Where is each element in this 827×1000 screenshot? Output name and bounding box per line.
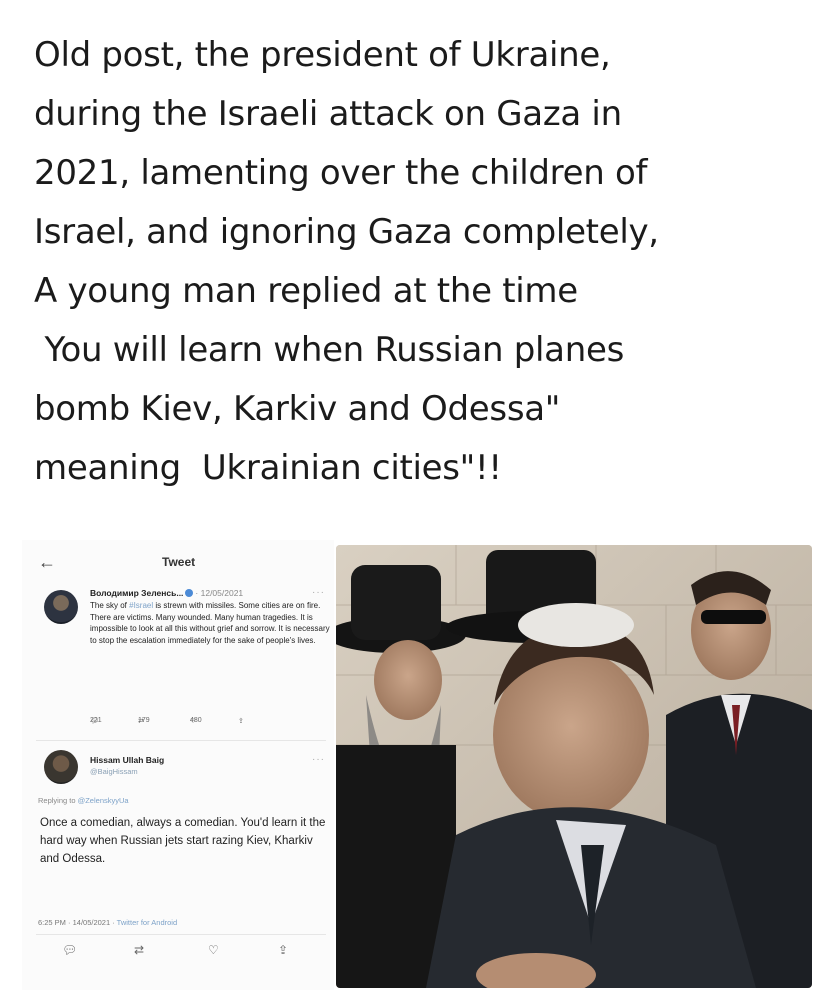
client-link[interactable]: Twitter for Android	[117, 918, 177, 927]
verified-icon	[185, 589, 194, 597]
reply-actions: 💬︎ ⇄ ♡ ⇪	[22, 943, 334, 959]
caption-line: bomb Kiev, Karkiv and Odessa"	[34, 389, 561, 429]
reply-timestamp: 6:25 PM · 14/05/2021 · Twitter for Andro…	[38, 918, 177, 927]
comment-icon[interactable]: 💬︎	[62, 943, 77, 957]
replying-prefix: Replying to	[38, 796, 78, 805]
caption-line: Israel, and ignoring Gaza completely,	[34, 212, 659, 252]
share-icon[interactable]: ⇪	[278, 943, 288, 957]
tweet-header: ← Tweet	[22, 552, 334, 576]
retweet-icon[interactable]: ⇄	[134, 943, 144, 957]
author-name: Володимир Зеленсь...	[90, 588, 184, 598]
post-caption: Old post, the president of Ukraine, duri…	[34, 26, 814, 498]
divider	[36, 934, 326, 935]
caption-line: during the Israeli attack on Gaza in	[34, 94, 622, 134]
heart-icon[interactable]: ♡	[208, 943, 219, 957]
share-icon[interactable]: ⇪	[238, 717, 244, 725]
reply-author-handle[interactable]: @BaigHissam	[90, 767, 138, 776]
reply-author-name[interactable]: Hissam Ullah Baig	[90, 755, 164, 765]
mention-link[interactable]: @ZelenskyyUa	[78, 796, 129, 805]
original-tweet-text: The sky of #Israel is strewn with missil…	[90, 600, 330, 646]
tweet-date: · 12/05/2021	[195, 588, 244, 598]
retweet-count: 179	[138, 717, 150, 724]
tweet-title: Tweet	[162, 555, 196, 569]
more-options-icon[interactable]: ···	[312, 754, 326, 765]
caption-line: Old post, the president of Ukraine,	[34, 35, 611, 75]
caption-line: A young man replied at the time	[34, 271, 578, 311]
more-options-icon[interactable]: ···	[312, 587, 326, 598]
hashtag-link[interactable]: #Israel	[129, 601, 153, 610]
tweet-screenshot: ← Tweet Володимир Зеленсь... · 12/05/2021…	[22, 540, 334, 990]
replying-to: Replying to @ZelenskyyUa	[38, 796, 129, 805]
tweet-actions: 💬︎ 221 ⇄ 179 ♡ 480 ⇪	[90, 717, 310, 729]
divider	[36, 740, 326, 741]
tweet-text-part: The sky of	[90, 601, 130, 610]
like-count: 480	[190, 717, 202, 724]
original-author[interactable]: Володимир Зеленсь... · 12/05/2021	[90, 588, 243, 598]
caption-line: You will learn when Russian planes	[34, 330, 625, 370]
news-photo	[336, 545, 812, 988]
caption-line: meaning Ukrainian cities"!!	[34, 448, 502, 488]
photo-illustration	[336, 545, 812, 988]
reply-count: 221	[90, 717, 102, 724]
arrow-left-icon[interactable]: ←	[38, 552, 56, 573]
avatar[interactable]	[44, 750, 78, 784]
caption-line: 2021, lamenting over the children of	[34, 153, 648, 193]
reply-tweet-text: Once a comedian, always a comedian. You'…	[40, 817, 326, 865]
timestamp-text: 6:25 PM · 14/05/2021 ·	[38, 918, 117, 927]
avatar[interactable]	[44, 590, 78, 624]
